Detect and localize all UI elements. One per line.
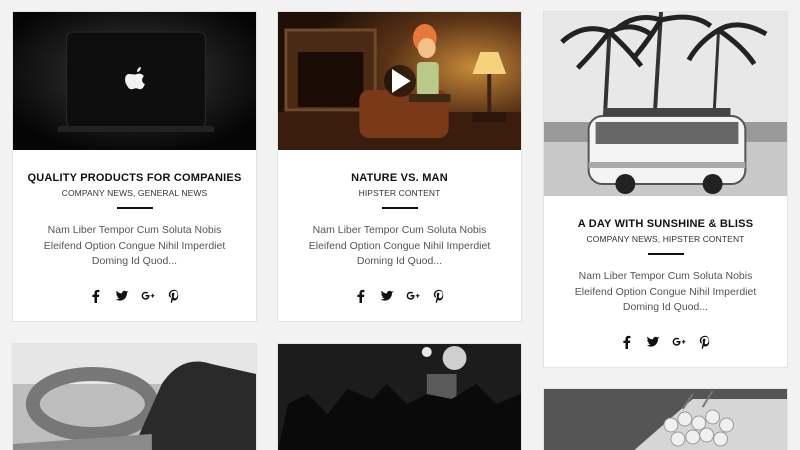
- post-title[interactable]: NATURE VS. MAN: [278, 150, 521, 184]
- play-icon: [391, 69, 411, 93]
- facebook-icon[interactable]: [89, 289, 103, 303]
- title-divider: [381, 207, 418, 209]
- post-video-thumbnail[interactable]: [278, 12, 521, 150]
- post-excerpt: Nam Liber Tempor Cum Soluta Nobis Eleife…: [43, 224, 226, 267]
- google-plus-icon[interactable]: [406, 289, 420, 303]
- post-image-glove[interactable]: [13, 344, 256, 450]
- post-categories[interactable]: COMPANY NEWS, GENERAL NEWS: [13, 188, 256, 198]
- post-card: NATURE VS. MAN HIPSTER CONTENT Nam Liber…: [277, 11, 522, 322]
- pinterest-icon[interactable]: [698, 335, 712, 349]
- post-image-van[interactable]: [544, 12, 787, 196]
- post-excerpt: Nam Liber Tempor Cum Soluta Nobis Eleife…: [308, 224, 491, 267]
- title-divider: [647, 253, 684, 255]
- title-divider: [116, 207, 153, 209]
- twitter-icon[interactable]: [646, 335, 660, 349]
- pinterest-icon[interactable]: [432, 289, 446, 303]
- share-links: [13, 289, 256, 303]
- share-links: [278, 289, 521, 303]
- pinterest-icon[interactable]: [167, 289, 181, 303]
- facebook-icon[interactable]: [620, 335, 634, 349]
- post-title[interactable]: QUALITY PRODUCTS FOR COMPANIES: [13, 150, 256, 184]
- post-categories[interactable]: COMPANY NEWS, HIPSTER CONTENT: [544, 234, 787, 244]
- post-card: QUALITY PRODUCTS FOR COMPANIES COMPANY N…: [12, 11, 257, 322]
- google-plus-icon[interactable]: [672, 335, 686, 349]
- play-button[interactable]: [383, 65, 416, 97]
- post-card: [12, 343, 257, 450]
- google-plus-icon[interactable]: [141, 289, 155, 303]
- post-excerpt: Nam Liber Tempor Cum Soluta Nobis Eleife…: [574, 270, 757, 313]
- post-card: A DAY WITH SUNSHINE & BLISS COMPANY NEWS…: [543, 11, 788, 368]
- post-image-crowd[interactable]: [278, 344, 521, 450]
- post-categories[interactable]: HIPSTER CONTENT: [278, 188, 521, 198]
- post-image-laptop[interactable]: [13, 12, 256, 150]
- facebook-icon[interactable]: [354, 289, 368, 303]
- post-card: [277, 343, 522, 450]
- twitter-icon[interactable]: [115, 289, 129, 303]
- post-title[interactable]: A DAY WITH SUNSHINE & BLISS: [544, 196, 787, 230]
- post-card: [543, 388, 788, 450]
- share-links: [544, 335, 787, 349]
- post-image-grapes[interactable]: [544, 389, 787, 450]
- twitter-icon[interactable]: [380, 289, 394, 303]
